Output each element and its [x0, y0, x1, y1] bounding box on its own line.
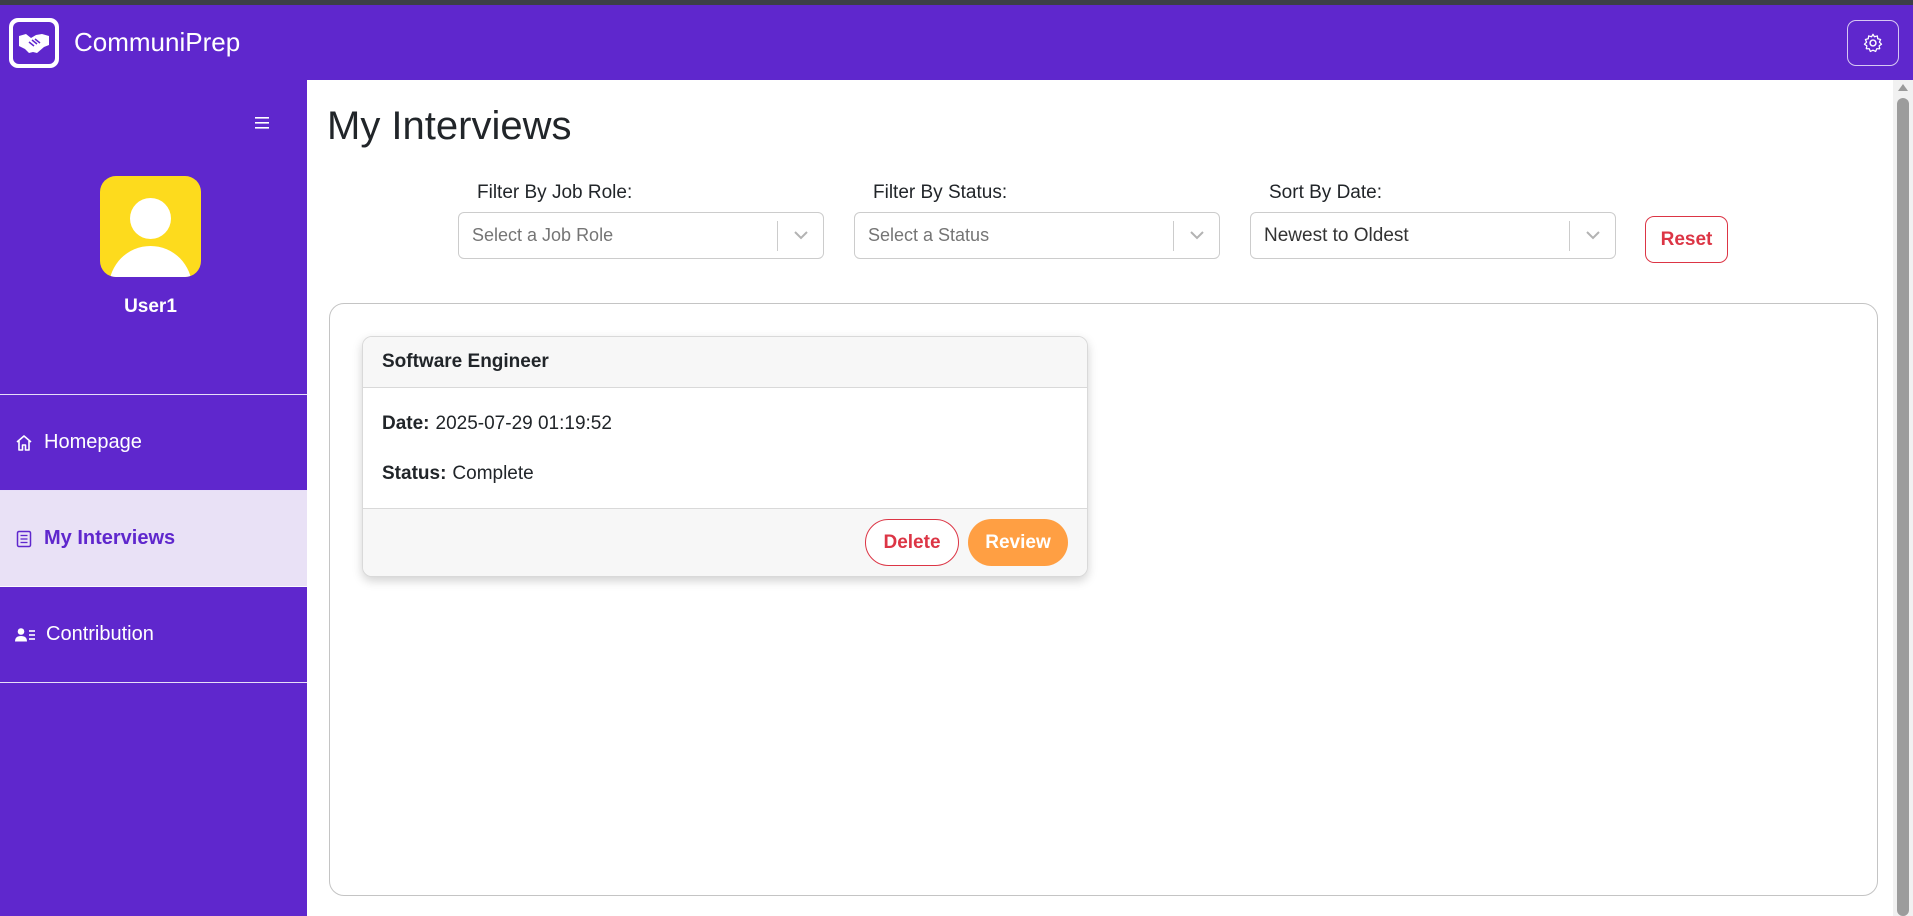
interview-status: Status: Complete	[382, 463, 1087, 488]
job-role-placeholder: Select a Job Role	[472, 225, 614, 245]
hamburger-icon	[255, 117, 269, 129]
chevron-down-icon[interactable]	[1570, 231, 1615, 240]
status-label: Status:	[382, 463, 447, 484]
sidebar: User1 Homepage My Interviews Contributio…	[0, 80, 307, 916]
job-role-select[interactable]: Select a Job Role	[458, 212, 824, 259]
page-title: My Interviews	[327, 104, 572, 148]
user-list-icon	[15, 627, 35, 641]
job-role-filter: Filter By Job Role: Select a Job Role	[458, 182, 824, 259]
avatar[interactable]	[100, 176, 201, 277]
handshake-icon	[19, 33, 49, 53]
settings-button[interactable]	[1847, 20, 1899, 66]
top-navbar: CommuniPrep	[0, 5, 1913, 80]
vertical-scrollbar[interactable]	[1893, 80, 1913, 916]
sort-filter-label: Sort By Date:	[1269, 182, 1382, 203]
sidebar-toggle-button[interactable]	[255, 110, 271, 136]
gear-icon	[1863, 33, 1883, 53]
delete-button[interactable]: Delete	[865, 519, 959, 566]
review-button[interactable]: Review	[968, 519, 1068, 566]
scroll-up-arrow-icon[interactable]	[1898, 84, 1908, 91]
sidebar-item-contribution[interactable]: Contribution	[0, 587, 307, 683]
scrollbar-thumb[interactable]	[1897, 98, 1909, 916]
status-select[interactable]: Select a Status	[854, 212, 1220, 259]
status-placeholder: Select a Status	[868, 225, 990, 245]
date-value: 2025-07-29 01:19:52	[435, 413, 612, 434]
interview-card-footer: Delete Review	[363, 508, 1087, 576]
interview-card: Software Engineer Date: 2025-07-29 01:19…	[362, 336, 1088, 577]
brand-name[interactable]: CommuniPrep	[74, 27, 240, 58]
job-role-filter-label: Filter By Job Role:	[477, 182, 633, 203]
sort-select[interactable]: Newest to Oldest	[1250, 212, 1616, 259]
sidebar-item-label: My Interviews	[44, 527, 176, 549]
status-filter-label: Filter By Status:	[873, 182, 1008, 203]
chevron-down-icon[interactable]	[778, 231, 823, 240]
sidebar-item-label: Contribution	[46, 623, 154, 645]
sidebar-item-homepage[interactable]: Homepage	[0, 395, 307, 491]
user-silhouette-icon	[130, 198, 171, 239]
sidebar-item-label: Homepage	[44, 431, 142, 453]
home-icon	[16, 434, 32, 451]
document-list-icon	[16, 530, 32, 547]
sidebar-nav: Homepage My Interviews Contribution	[0, 394, 307, 683]
interview-card-body: Date: 2025-07-29 01:19:52 Status: Comple…	[363, 388, 1087, 508]
date-label: Date:	[382, 413, 430, 434]
sidebar-item-my-interviews[interactable]: My Interviews	[0, 491, 307, 587]
username: User1	[124, 296, 177, 317]
interviews-container: Software Engineer Date: 2025-07-29 01:19…	[329, 303, 1878, 896]
sort-selected-value: Newest to Oldest	[1264, 224, 1409, 246]
main-content: My Interviews Filter By Job Role: Select…	[307, 80, 1893, 916]
interview-card-title: Software Engineer	[363, 337, 1087, 388]
chevron-down-icon[interactable]	[1174, 231, 1219, 240]
sort-filter: Sort By Date: Newest to Oldest	[1250, 182, 1616, 259]
status-value: Complete	[452, 463, 534, 484]
interview-date: Date: 2025-07-29 01:19:52	[382, 413, 1087, 438]
status-filter: Filter By Status: Select a Status	[854, 182, 1220, 259]
reset-button[interactable]: Reset	[1645, 216, 1728, 263]
app-logo[interactable]	[9, 17, 59, 68]
